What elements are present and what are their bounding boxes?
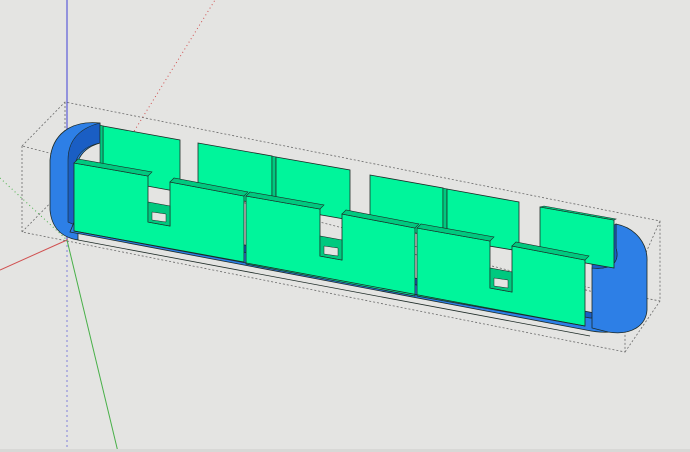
scene-canvas[interactable] — [0, 0, 690, 452]
3d-model-viewport[interactable] — [0, 0, 690, 452]
green-axis-line-lower — [66, 239, 119, 452]
red-axis-line-lower — [0, 239, 68, 271]
